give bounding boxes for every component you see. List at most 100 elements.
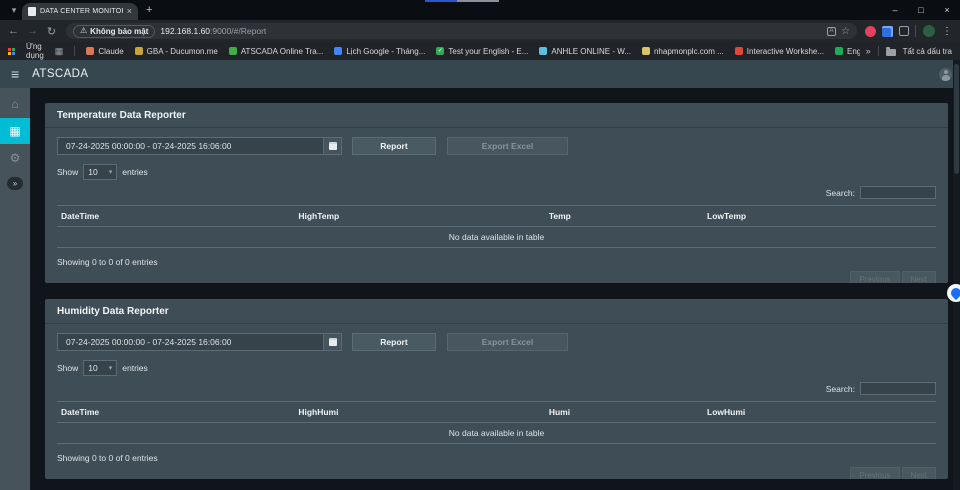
bookmarks-bar: Ứng dụng ▦ Claude GBA - Ducumon.me ATSCA… — [0, 42, 960, 60]
chevron-down-icon: ▾ — [109, 168, 113, 176]
bookmark-item[interactable]: Lịch Google - Tháng... — [334, 47, 425, 56]
user-avatar-icon[interactable] — [939, 68, 952, 81]
content-area: Temperature Data Reporter Report Export … — [30, 88, 960, 490]
entries-summary: Showing 0 to 0 of 0 entries — [45, 444, 948, 463]
previous-button[interactable]: Previous — [850, 271, 899, 283]
sidebar-item-home[interactable]: ⌂ — [11, 95, 18, 113]
extension-icon-red[interactable] — [865, 26, 876, 37]
previous-button[interactable]: Previous — [850, 467, 899, 479]
report-button[interactable]: Report — [352, 137, 436, 155]
sidebar-item-report-active[interactable]: ▦ — [0, 118, 30, 144]
bookmark-item[interactable]: ATSCADA Online Tra... — [229, 47, 324, 56]
security-label: Không bảo mật — [90, 27, 148, 36]
bookmarks-right: » Tất cả dấu tra — [860, 46, 952, 56]
bookmark-item[interactable]: ANHLE ONLINE - W... — [539, 47, 631, 56]
bookmark-item[interactable]: Interactive Workshe... — [735, 47, 824, 56]
window-controls: – □ × — [882, 0, 960, 20]
entries-label: entries — [122, 363, 148, 373]
column-header[interactable]: HighTemp — [294, 206, 545, 227]
bookmark-item[interactable]: GBA - Ducumon.me — [135, 47, 218, 56]
column-header[interactable]: Humi — [545, 402, 703, 423]
sidebar-collapse-button[interactable]: » — [7, 177, 23, 190]
bookmark-item[interactable]: nhapmonplc.com ... — [642, 47, 724, 56]
close-button[interactable]: × — [934, 0, 960, 20]
tab-search-icon[interactable]: ▾ — [7, 5, 21, 16]
column-header[interactable]: LowTemp — [703, 206, 936, 227]
reload-icon[interactable]: ↻ — [45, 25, 58, 38]
next-button[interactable]: Next — [902, 467, 936, 479]
browser-titlebar: ▾ DATA CENTER MONITORING S × + – □ × — [0, 0, 960, 20]
report-button[interactable]: Report — [352, 333, 436, 351]
sidebar-item-settings[interactable]: ⚙ — [10, 149, 21, 167]
minimize-button[interactable]: – — [882, 0, 908, 20]
column-header[interactable]: DateTime — [57, 402, 294, 423]
column-header[interactable]: LowHumi — [703, 402, 936, 423]
security-chip[interactable]: ⚠ Không bảo mật — [73, 25, 155, 38]
show-label: Show — [57, 363, 78, 373]
entries-summary: Showing 0 to 0 of 0 entries — [45, 248, 948, 267]
date-range-input[interactable] — [57, 333, 323, 351]
reading-list-icon[interactable]: ▦ — [55, 46, 64, 57]
address-bar[interactable]: ⚠ Không bảo mật 192.168.1.60:9000/#/Repo… — [66, 23, 857, 39]
chat-widget-button[interactable] — [947, 284, 960, 302]
entries-label: entries — [122, 167, 148, 177]
bookmarks-list: Ứng dụng ▦ Claude GBA - Ducumon.me ATSCA… — [8, 42, 860, 60]
temperature-report-panel: Temperature Data Reporter Report Export … — [45, 103, 948, 283]
report-controls: Report Export Excel — [45, 128, 948, 155]
column-header[interactable]: HighHumi — [294, 402, 545, 423]
profile-avatar[interactable] — [922, 24, 936, 38]
browser-tab[interactable]: DATA CENTER MONITORING S × — [22, 3, 138, 20]
restore-button[interactable]: □ — [908, 0, 934, 20]
search-input[interactable] — [860, 382, 936, 395]
bookmark-star-icon[interactable]: ☆ — [841, 26, 850, 37]
hamburger-menu-icon[interactable]: ≡ — [11, 67, 19, 81]
page-size-select[interactable]: 10 ▾ — [83, 360, 117, 376]
bookmark-favicon-icon — [835, 47, 843, 55]
search-input[interactable] — [860, 186, 936, 199]
new-tab-button[interactable]: + — [146, 4, 152, 16]
bookmark-favicon-icon: ✓ — [436, 47, 444, 55]
next-button[interactable]: Next — [902, 271, 936, 283]
calendar-button[interactable] — [323, 333, 342, 351]
tab-title: DATA CENTER MONITORING S — [40, 8, 123, 15]
bookmark-item[interactable]: English Grammar Ex... — [835, 47, 860, 56]
page-size-select[interactable]: 10 ▾ — [83, 164, 117, 180]
bookmark-favicon-icon — [135, 47, 143, 55]
scrollbar-thumb[interactable] — [954, 64, 959, 174]
export-excel-button[interactable]: Export Excel — [447, 333, 568, 351]
table-row: No data available in table — [57, 423, 936, 444]
browser-menu-icon[interactable]: ⋮ — [942, 26, 953, 37]
all-bookmarks-label[interactable]: Tất cả dấu tra — [903, 47, 952, 56]
panel-title: Temperature Data Reporter — [45, 103, 948, 128]
report-table: DateTime HighHumi Humi LowHumi No data a… — [57, 401, 936, 444]
apps-grid-icon[interactable] — [8, 48, 15, 55]
translate-icon[interactable]: A — [827, 27, 836, 36]
bookmark-favicon-icon — [86, 47, 94, 55]
folder-icon — [886, 49, 896, 56]
pagination: Previous Next — [45, 267, 948, 283]
back-icon[interactable]: ← — [7, 25, 20, 37]
extension-icon-blue[interactable] — [882, 26, 893, 37]
date-range-input[interactable] — [57, 137, 323, 155]
bookmarks-divider — [74, 46, 75, 56]
report-table: DateTime HighTemp Temp LowTemp No data a… — [57, 205, 936, 248]
calendar-button[interactable] — [323, 137, 342, 155]
bookmark-item[interactable]: Claude — [86, 47, 123, 56]
humidity-report-panel: Humidity Data Reporter Report Export Exc… — [45, 299, 948, 479]
pagination: Previous Next — [45, 463, 948, 479]
tab-close-icon[interactable]: × — [127, 7, 132, 16]
page-size-row: Show 10 ▾ entries — [45, 155, 948, 180]
column-header[interactable]: Temp — [545, 206, 703, 227]
empty-table-message: No data available in table — [57, 227, 936, 248]
export-excel-button[interactable]: Export Excel — [447, 137, 568, 155]
chevron-down-icon: ▾ — [109, 364, 113, 372]
page-scrollbar[interactable] — [953, 60, 960, 490]
table-row: No data available in table — [57, 227, 936, 248]
column-header[interactable]: DateTime — [57, 206, 294, 227]
bookmarks-overflow-icon[interactable]: » — [866, 46, 871, 56]
bookmark-item[interactable]: ✓ Test your English - E... — [436, 47, 528, 56]
chat-icon — [949, 286, 960, 300]
extensions-icon[interactable] — [899, 26, 909, 36]
apps-label[interactable]: Ứng dụng — [26, 42, 44, 60]
calendar-icon — [329, 142, 337, 150]
